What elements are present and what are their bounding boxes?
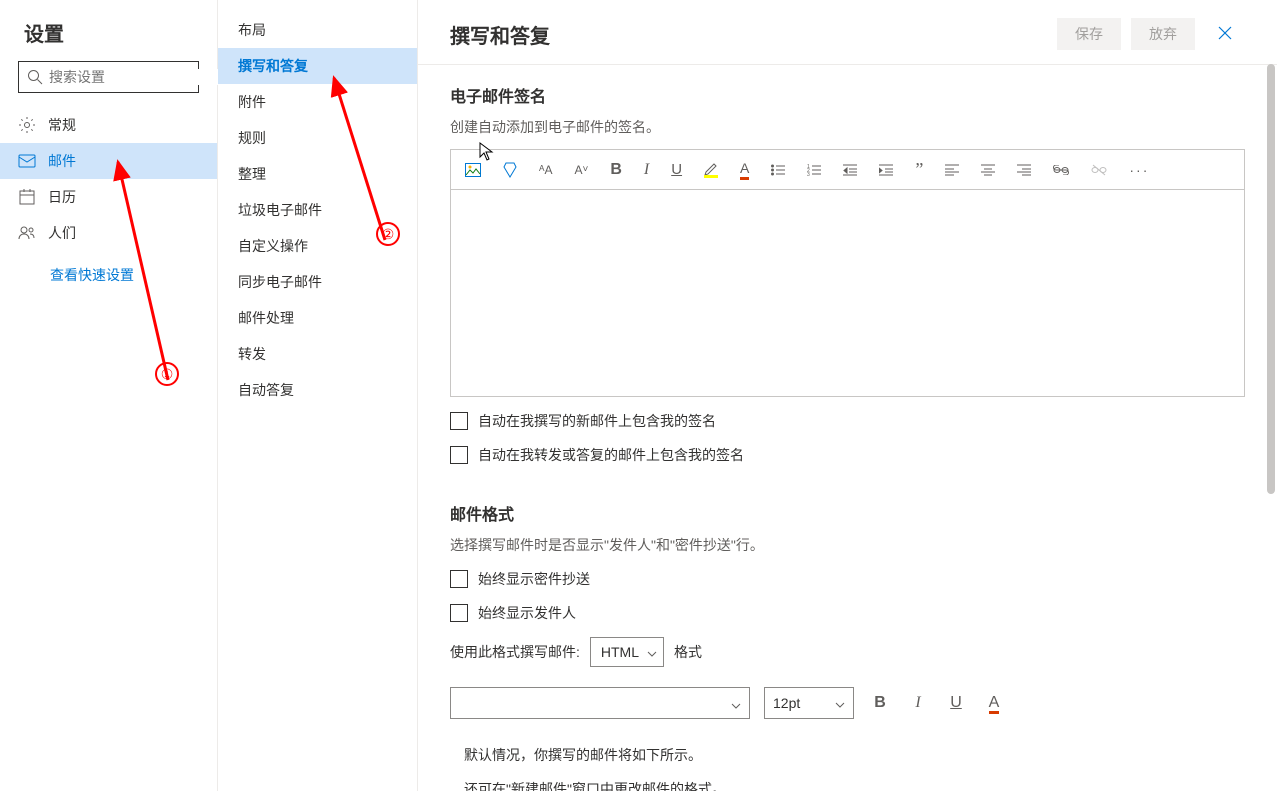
include-signature-new-label: 自动在我撰写的新邮件上包含我的签名 — [478, 411, 716, 431]
quote-icon[interactable]: ” — [915, 159, 923, 180]
scrollbar-thumb[interactable] — [1267, 64, 1275, 494]
always-from-label: 始终显示发件人 — [478, 603, 576, 623]
bullet-list-icon[interactable] — [771, 164, 785, 176]
settings-sidebar: 设置 常规 邮件 日历 — [0, 0, 218, 791]
svg-text:3: 3 — [807, 172, 810, 176]
default-size-select[interactable]: 12pt — [764, 687, 854, 719]
mail-settings-subnav: 布局 撰写和答复 附件 规则 整理 垃圾电子邮件 自定义操作 同步电子邮件 邮件… — [218, 0, 418, 791]
include-signature-new-checkbox[interactable] — [450, 412, 468, 430]
subnav-junk[interactable]: 垃圾电子邮件 — [218, 192, 417, 228]
bold-icon[interactable]: B — [610, 161, 622, 179]
bold-button[interactable]: B — [868, 694, 892, 712]
nav-calendar[interactable]: 日历 — [0, 179, 217, 215]
default-font-select[interactable] — [450, 687, 750, 719]
subnav-compose-reply[interactable]: 撰写和答复 — [218, 48, 417, 84]
subnav-sweep[interactable]: 整理 — [218, 156, 417, 192]
search-input[interactable] — [49, 69, 230, 85]
signature-editor[interactable] — [450, 189, 1245, 397]
align-center-icon[interactable] — [981, 164, 995, 176]
highlight-icon[interactable] — [704, 162, 718, 178]
italic-button[interactable]: I — [906, 694, 930, 712]
signature-section-title: 电子邮件签名 — [450, 83, 1245, 107]
page-title: 撰写和答复 — [450, 20, 1047, 49]
nav-label: 邮件 — [48, 151, 76, 171]
link-icon[interactable] — [1053, 165, 1069, 175]
format-section-title: 邮件格式 — [450, 501, 1245, 525]
subnav-auto-reply[interactable]: 自动答复 — [218, 372, 417, 408]
underline-icon[interactable]: U — [671, 161, 682, 178]
include-signature-reply-label: 自动在我转发或答复的邮件上包含我的签名 — [478, 445, 744, 465]
chevron-down-icon — [647, 644, 657, 660]
underline-button[interactable]: U — [944, 694, 968, 712]
search-icon — [27, 69, 43, 85]
compose-format-label: 使用此格式撰写邮件: — [450, 642, 580, 662]
font-icon[interactable]: ᴬA — [539, 163, 552, 177]
compose-format-suffix: 格式 — [674, 642, 702, 662]
signature-section-desc: 创建自动添加到电子邮件的签名。 — [450, 117, 1245, 137]
always-bcc-checkbox[interactable] — [450, 570, 468, 588]
nav-label: 常规 — [48, 115, 76, 135]
nav-mail[interactable]: 邮件 — [0, 143, 217, 179]
subnav-attachments[interactable]: 附件 — [218, 84, 417, 120]
search-settings-box[interactable] — [18, 61, 199, 93]
scrollbar[interactable] — [1267, 64, 1275, 784]
always-from-checkbox[interactable] — [450, 604, 468, 622]
mail-icon — [18, 152, 36, 170]
align-right-icon[interactable] — [1017, 164, 1031, 176]
people-icon — [18, 224, 36, 242]
italic-icon[interactable]: I — [644, 161, 649, 179]
chevron-down-icon — [731, 696, 741, 712]
unlink-icon[interactable] — [1091, 164, 1107, 176]
more-icon[interactable]: ··· — [1129, 162, 1149, 178]
subnav-forwarding[interactable]: 转发 — [218, 336, 417, 372]
nav-people[interactable]: 人们 — [0, 215, 217, 251]
discard-button[interactable]: 放弃 — [1131, 18, 1195, 50]
format-painter-icon[interactable] — [503, 162, 517, 178]
subnav-layout[interactable]: 布局 — [218, 12, 417, 48]
include-signature-reply-checkbox[interactable] — [450, 446, 468, 464]
outdent-icon[interactable] — [843, 164, 857, 176]
subnav-sync[interactable]: 同步电子邮件 — [218, 264, 417, 300]
preview-line-1: 默认情况，你撰写的邮件将如下所示。 — [464, 739, 1245, 773]
close-button[interactable] — [1205, 18, 1245, 50]
save-button[interactable]: 保存 — [1057, 18, 1121, 50]
font-color-icon[interactable]: A — [740, 160, 749, 180]
indent-icon[interactable] — [879, 164, 893, 176]
size-value: 12pt — [773, 695, 800, 711]
align-left-icon[interactable] — [945, 164, 959, 176]
subnav-custom-actions[interactable]: 自定义操作 — [218, 228, 417, 264]
signature-toolbar: ᴬA A˅ B I U A 123 ” ··· — [450, 149, 1245, 189]
preview-line-2: 还可在"新建邮件"窗口中更改邮件的格式。 — [464, 773, 1245, 791]
close-icon — [1218, 26, 1232, 40]
nav-label: 人们 — [48, 223, 76, 243]
format-section-desc: 选择撰写邮件时是否显示"发件人"和"密件抄送"行。 — [450, 535, 1245, 555]
quick-settings-link[interactable]: 查看快速设置 — [0, 251, 217, 285]
gear-icon — [18, 116, 36, 134]
chevron-down-icon — [835, 695, 845, 711]
subnav-rules[interactable]: 规则 — [218, 120, 417, 156]
calendar-icon — [18, 188, 36, 206]
nav-label: 日历 — [48, 187, 76, 207]
font-color-button[interactable]: A — [982, 694, 1006, 712]
main-header: 撰写和答复 保存 放弃 — [418, 0, 1277, 65]
font-size-icon[interactable]: A˅ — [574, 163, 588, 177]
always-bcc-label: 始终显示密件抄送 — [478, 569, 590, 589]
compose-format-value: HTML — [601, 644, 639, 660]
sidebar-title: 设置 — [0, 0, 217, 61]
compose-format-select[interactable]: HTML — [590, 637, 664, 667]
number-list-icon[interactable]: 123 — [807, 164, 821, 176]
subnav-message-handling[interactable]: 邮件处理 — [218, 300, 417, 336]
nav-general[interactable]: 常规 — [0, 107, 217, 143]
image-icon[interactable] — [465, 163, 481, 177]
